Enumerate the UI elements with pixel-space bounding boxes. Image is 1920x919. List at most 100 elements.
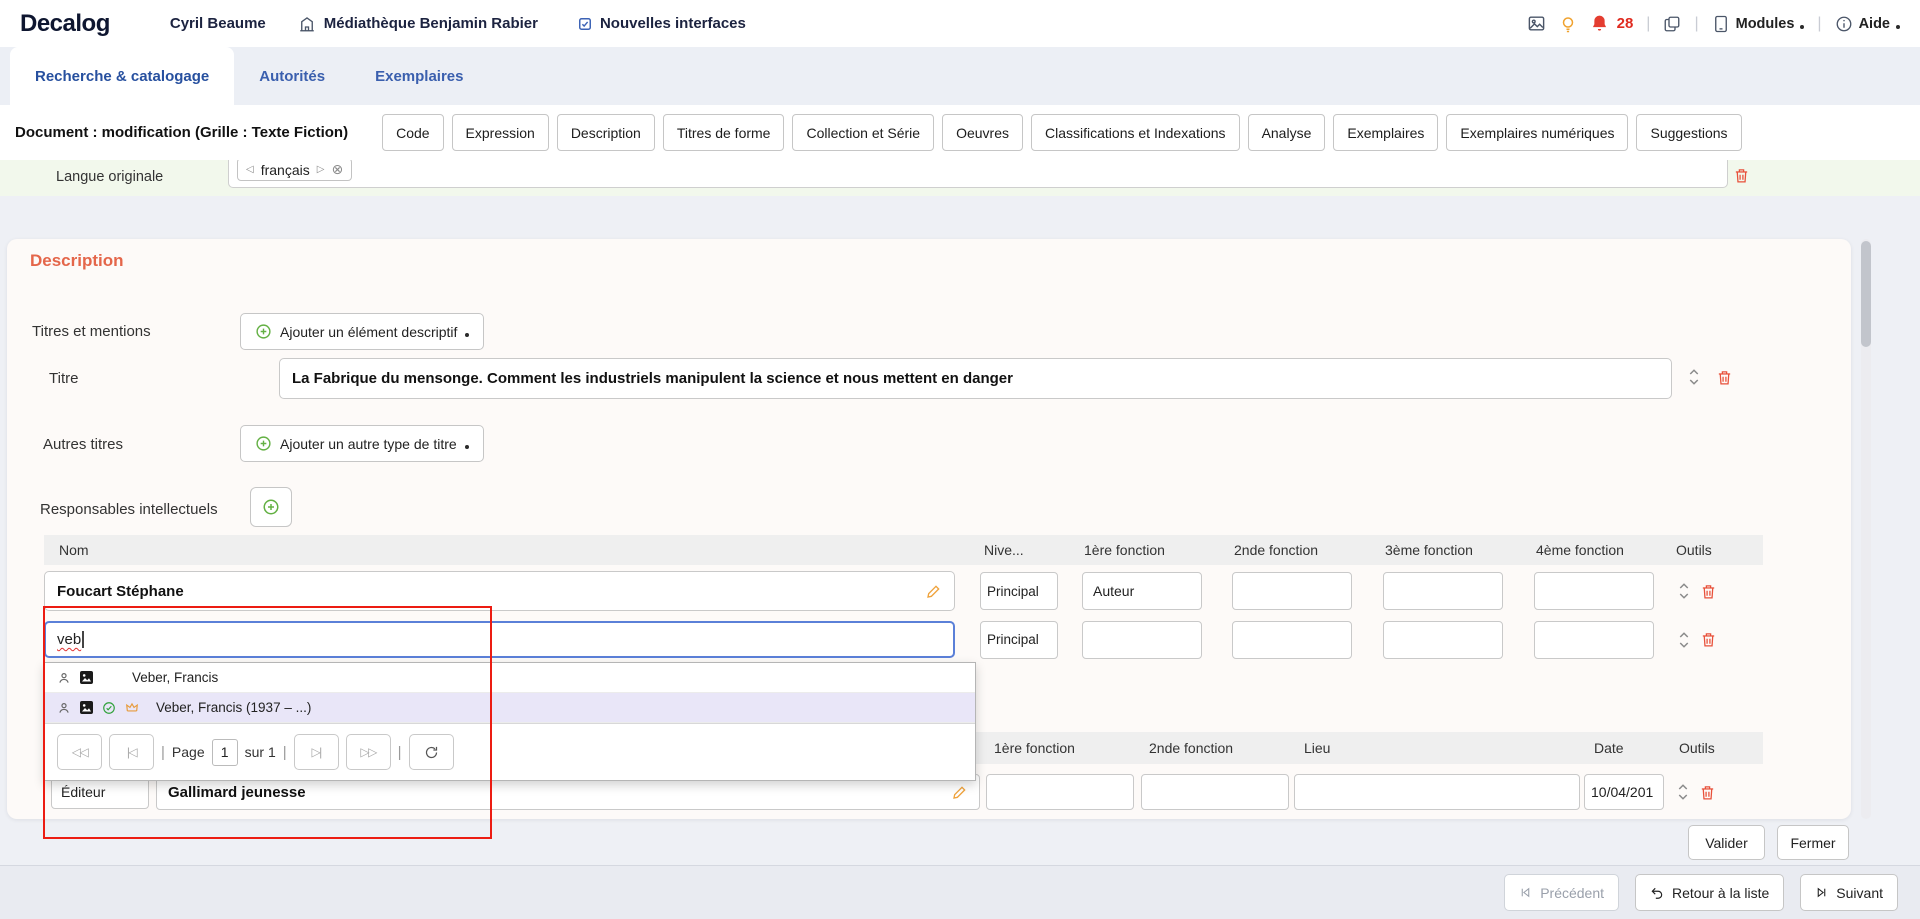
separator: | — [1646, 15, 1650, 33]
toolbar-button-suggestions[interactable]: Suggestions — [1636, 114, 1741, 151]
col-1ere-fonction: 1ère fonction — [1076, 542, 1226, 558]
toolbar-button-classifications[interactable]: Classifications et Indexations — [1031, 114, 1240, 151]
library-selector[interactable]: Médiathèque Benjamin Rabier — [298, 15, 538, 33]
remove-icon[interactable]: ⊗ — [331, 161, 343, 178]
tab-recherche-catalogage[interactable]: Recherche & catalogage — [10, 47, 234, 105]
col-4eme-fonction: 4ème fonction — [1528, 542, 1668, 558]
image-icon[interactable] — [1527, 14, 1546, 33]
previous-page-button[interactable]: |◁ — [109, 734, 154, 770]
modules-menu[interactable]: Modules — [1712, 15, 1805, 33]
dropdown-caret-icon — [465, 333, 469, 337]
retour-liste-button[interactable]: Retour à la liste — [1635, 874, 1784, 911]
add-autre-titre-button[interactable]: Ajouter un autre type de titre — [240, 425, 484, 462]
fonction3-input[interactable] — [1383, 621, 1503, 659]
first-page-button[interactable]: ◁◁ — [57, 734, 102, 770]
fermer-button[interactable]: Fermer — [1777, 825, 1849, 860]
library-name: Médiathèque Benjamin Rabier — [324, 15, 538, 32]
cycle-prev-icon[interactable]: ◁ — [246, 164, 254, 175]
niveau-select[interactable]: Principal — [980, 621, 1058, 659]
cycle-next-icon[interactable]: ▷ — [317, 164, 325, 175]
fonction1-input[interactable] — [1082, 621, 1202, 659]
autocomplete-item-selected[interactable]: Veber, Francis (1937 – ...) — [45, 693, 975, 723]
col-date: Date — [1580, 740, 1665, 756]
titre-input[interactable]: La Fabrique du mensonge. Comment les ind… — [279, 358, 1672, 399]
edit-pencil-icon[interactable] — [926, 583, 942, 599]
niveau-select[interactable]: Principal — [980, 572, 1058, 610]
bottom-navigation-bar: Précédent Retour à la liste Suivant — [0, 865, 1920, 919]
fonction3-input[interactable] — [1383, 572, 1503, 610]
col-outils: Outils — [1668, 542, 1763, 558]
new-interfaces-toggle[interactable]: Nouvelles interfaces — [578, 15, 746, 32]
help-menu[interactable]: Aide — [1835, 15, 1900, 33]
info-icon — [1835, 15, 1853, 33]
add-element-descriptif-button[interactable]: Ajouter un élément descriptif — [240, 313, 484, 350]
toolbar-button-exemplaires-numeriques[interactable]: Exemplaires numériques — [1446, 114, 1628, 151]
toolbar-button-exemplaires[interactable]: Exemplaires — [1333, 114, 1438, 151]
dropdown-caret-icon — [1896, 25, 1900, 29]
new-interfaces-label: Nouvelles interfaces — [600, 15, 746, 32]
titre-reorder-icon[interactable] — [1688, 366, 1700, 388]
delete-row-icon[interactable] — [1699, 784, 1716, 801]
delete-row-icon[interactable] — [1700, 583, 1717, 600]
copy-icon[interactable] — [1663, 15, 1681, 33]
titre-label: Titre — [49, 370, 78, 387]
add-responsable-button[interactable] — [250, 487, 292, 527]
person-icon — [57, 701, 71, 715]
user-name[interactable]: Cyril Beaume — [170, 15, 266, 32]
edit-pencil-icon[interactable] — [952, 784, 968, 800]
refresh-button[interactable] — [409, 734, 454, 770]
modules-icon — [1712, 15, 1730, 33]
notifications-count[interactable]: 28 — [1617, 15, 1634, 32]
delete-row-icon[interactable] — [1700, 631, 1717, 648]
col-2nde-fonction: 2nde fonction — [1226, 542, 1377, 558]
last-page-button[interactable]: ▷▷ — [346, 734, 391, 770]
toolbar-button-expression[interactable]: Expression — [452, 114, 549, 151]
toolbar-button-analyse[interactable]: Analyse — [1248, 114, 1326, 151]
langue-delete-icon[interactable] — [1733, 167, 1750, 184]
autocomplete-item[interactable]: Veber, Francis — [45, 663, 975, 693]
toolbar-button-collection-serie[interactable]: Collection et Série — [792, 114, 934, 151]
tab-exemplaires[interactable]: Exemplaires — [350, 47, 488, 105]
col-1ere-fonction: 1ère fonction — [980, 740, 1135, 756]
drag-handle-icon[interactable] — [1678, 580, 1690, 602]
date-input[interactable]: 10/04/201 — [1584, 774, 1664, 810]
responsables-table-header: Nom Nive... 1ère fonction 2nde fonction … — [44, 535, 1763, 565]
responsable-nom-input-active[interactable]: veb — [44, 621, 955, 658]
suivant-button[interactable]: Suivant — [1800, 874, 1898, 911]
app-logo[interactable]: Decalog — [20, 10, 110, 38]
next-page-button[interactable]: ▷| — [294, 734, 339, 770]
notifications-bell-icon[interactable] — [1590, 14, 1609, 33]
plus-icon — [262, 498, 280, 516]
fonction1-input[interactable] — [986, 774, 1134, 810]
bulb-icon[interactable] — [1559, 15, 1577, 33]
lieu-input[interactable] — [1294, 774, 1580, 810]
toolbar-button-titres-de-forme[interactable]: Titres de forme — [663, 114, 785, 151]
toolbar-button-description[interactable]: Description — [557, 114, 655, 151]
tab-autorites[interactable]: Autorités — [234, 47, 350, 105]
langue-value-chip[interactable]: ◁ français ▷ ⊗ — [237, 158, 352, 181]
dropdown-caret-icon — [1800, 25, 1804, 29]
library-icon — [298, 15, 316, 33]
toolbar-button-oeuvres[interactable]: Oeuvres — [942, 114, 1023, 151]
scrollbar-thumb[interactable] — [1861, 241, 1871, 347]
titre-delete-icon[interactable] — [1716, 369, 1733, 386]
langue-originale-row: Langue originale ◁ français ▷ ⊗ — [0, 160, 1920, 196]
responsable-nom-input[interactable]: Foucart Stéphane — [44, 571, 955, 611]
precedent-button[interactable]: Précédent — [1504, 874, 1619, 911]
fonction4-input[interactable] — [1534, 621, 1654, 659]
page-number-input[interactable] — [212, 739, 238, 766]
crown-icon — [125, 701, 139, 715]
fonction2-input[interactable] — [1141, 774, 1289, 810]
drag-handle-icon[interactable] — [1677, 781, 1689, 803]
fonction2-input[interactable] — [1232, 572, 1352, 610]
fonction4-input[interactable] — [1534, 572, 1654, 610]
drag-handle-icon[interactable] — [1678, 629, 1690, 651]
col-3eme-fonction: 3ème fonction — [1377, 542, 1528, 558]
valider-button[interactable]: Valider — [1688, 825, 1765, 860]
fonction1-input[interactable]: Auteur — [1082, 572, 1202, 610]
fonction2-input[interactable] — [1232, 621, 1352, 659]
toolbar-button-code[interactable]: Code — [382, 114, 443, 151]
col-nom: Nom — [44, 542, 976, 558]
page-label: Page — [172, 744, 205, 760]
table-row: veb Principal — [44, 617, 1763, 662]
